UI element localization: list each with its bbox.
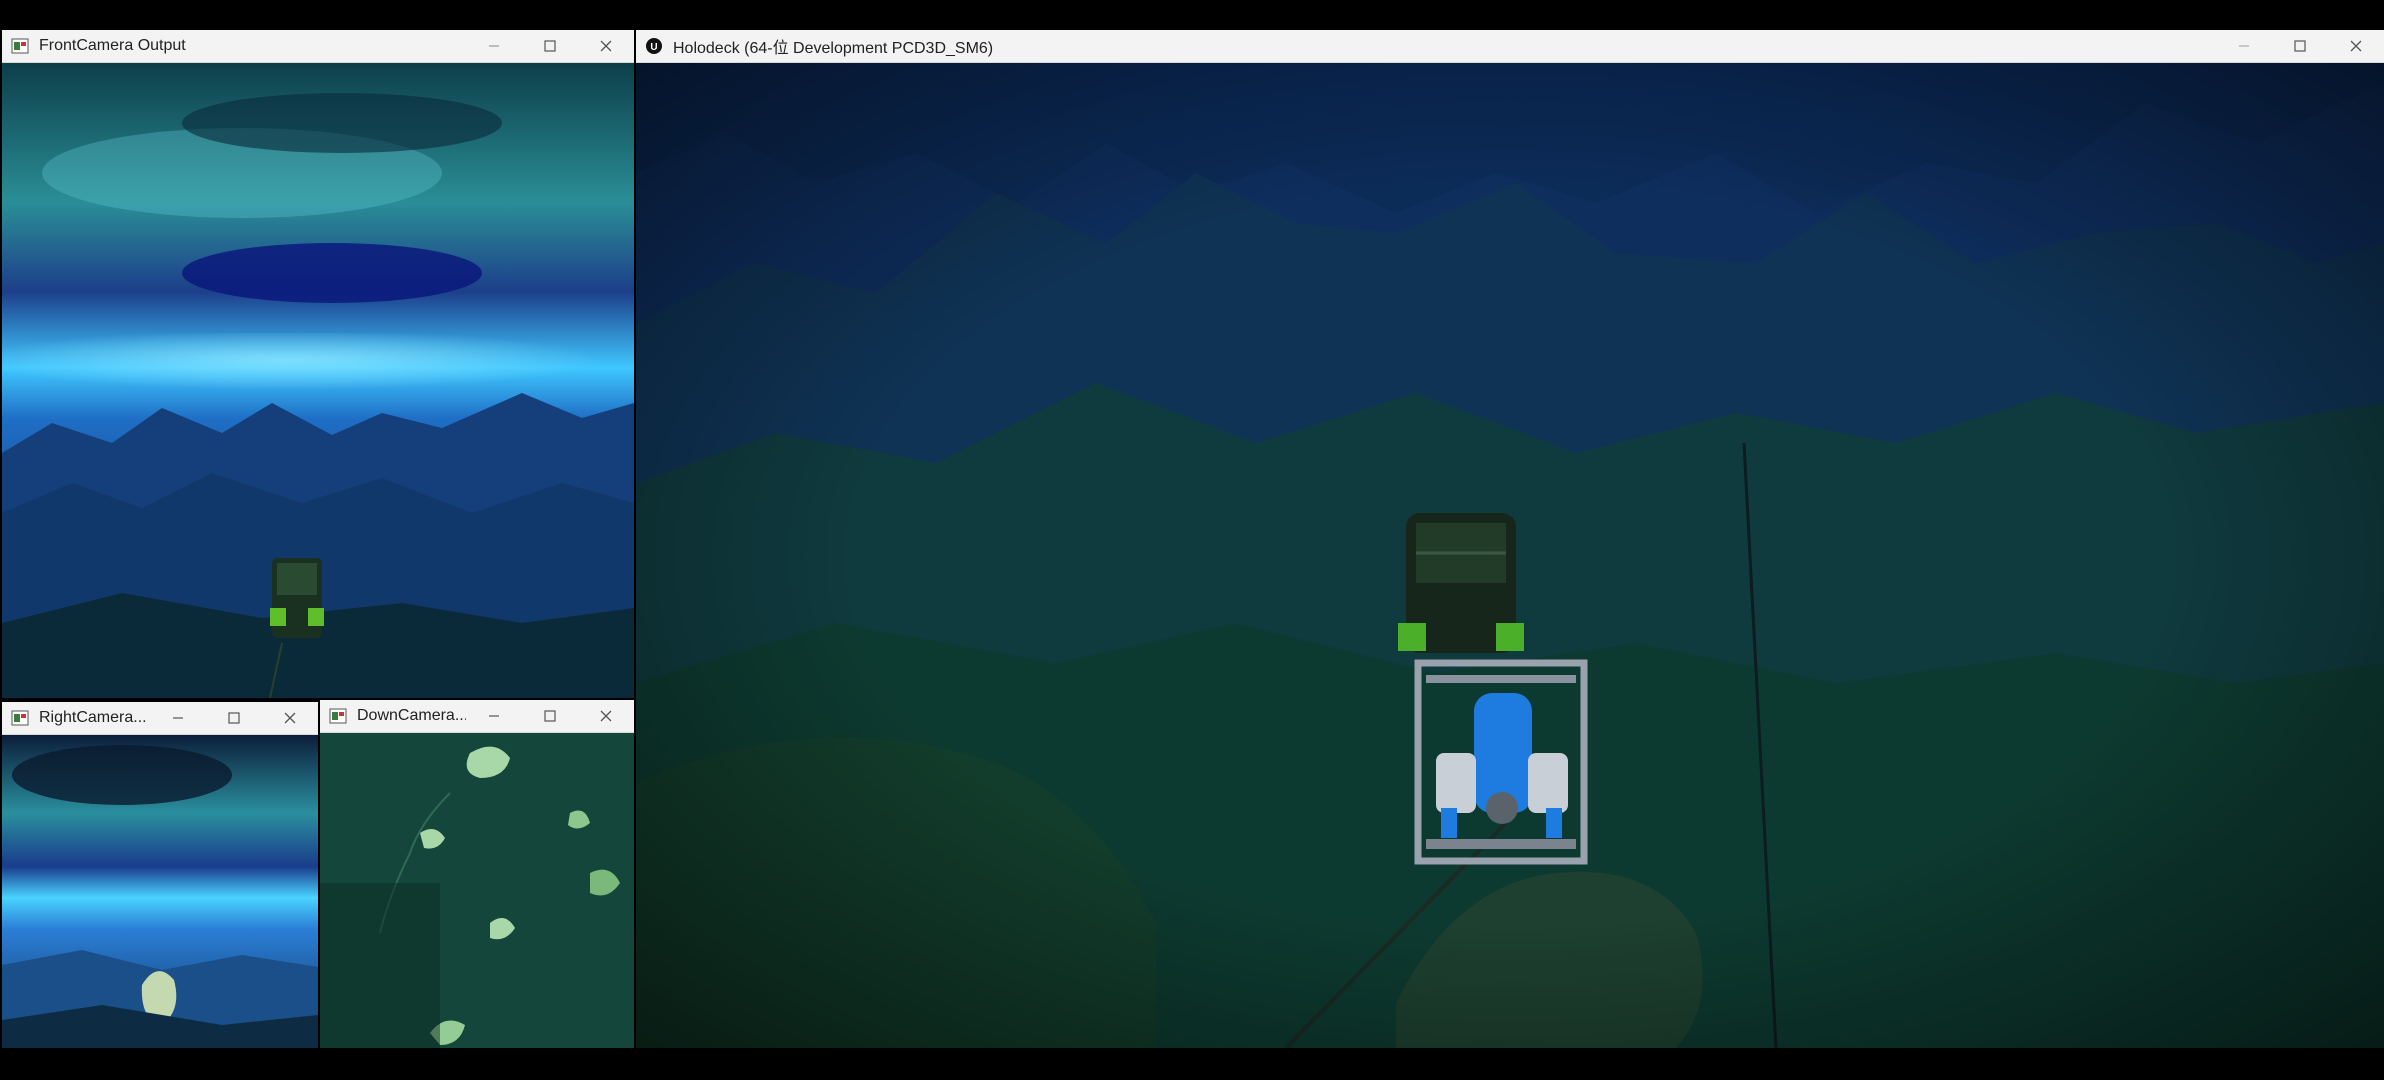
- right-camera-view: [2, 735, 318, 1048]
- down-camera-titlebar[interactable]: DownCamera...: [320, 700, 634, 733]
- maximize-button[interactable]: [522, 700, 578, 732]
- holodeck-title: Holodeck (64-位 Development PCD3D_SM6): [673, 40, 994, 57]
- svg-text:U: U: [650, 42, 657, 53]
- close-button[interactable]: [578, 30, 634, 62]
- front-camera-title: FrontCamera Output: [39, 37, 186, 54]
- front-camera-titlebar[interactable]: FrontCamera Output: [2, 30, 634, 63]
- holodeck-viewport[interactable]: [636, 63, 2384, 1048]
- close-icon: [284, 712, 296, 724]
- minimize-button[interactable]: [150, 702, 206, 734]
- minimize-button[interactable]: [466, 700, 522, 732]
- minimize-icon: [173, 717, 183, 719]
- minimize-button[interactable]: [466, 30, 522, 62]
- maximize-icon: [544, 710, 556, 722]
- minimize-icon: [2239, 45, 2249, 47]
- holodeck-titlebar[interactable]: U Holodeck (64-位 Development PCD3D_SM6): [636, 30, 2384, 63]
- minimize-icon: [489, 45, 499, 47]
- unreal-engine-icon: U: [646, 38, 662, 54]
- rov-vehicle: [270, 558, 324, 638]
- close-button[interactable]: [262, 702, 318, 734]
- close-button[interactable]: [2328, 30, 2384, 62]
- front-camera-view: [2, 63, 634, 698]
- right-camera-titlebar[interactable]: RightCamera...: [2, 702, 318, 735]
- right-camera-window[interactable]: RightCamera...: [2, 702, 318, 1048]
- opencv-window-icon: [11, 38, 29, 54]
- close-icon: [600, 710, 612, 722]
- maximize-button[interactable]: [206, 702, 262, 734]
- close-icon: [600, 40, 612, 52]
- close-icon: [2350, 40, 2362, 52]
- maximize-button[interactable]: [2272, 30, 2328, 62]
- maximize-icon: [544, 40, 556, 52]
- maximize-button[interactable]: [522, 30, 578, 62]
- minimize-button[interactable]: [2216, 30, 2272, 62]
- down-camera-window[interactable]: DownCamera...: [320, 700, 634, 1048]
- down-camera-view: [320, 733, 634, 1048]
- down-camera-title: DownCamera...: [357, 707, 466, 724]
- opencv-window-icon: [329, 708, 347, 724]
- close-button[interactable]: [578, 700, 634, 732]
- maximize-icon: [2294, 40, 2306, 52]
- right-camera-title: RightCamera...: [39, 709, 147, 726]
- front-camera-window[interactable]: FrontCamera Output: [2, 30, 634, 698]
- minimize-icon: [489, 715, 499, 717]
- holodeck-window[interactable]: U Holodeck (64-位 Development PCD3D_SM6): [636, 30, 2384, 1048]
- opencv-window-icon: [11, 710, 29, 726]
- maximize-icon: [228, 712, 240, 724]
